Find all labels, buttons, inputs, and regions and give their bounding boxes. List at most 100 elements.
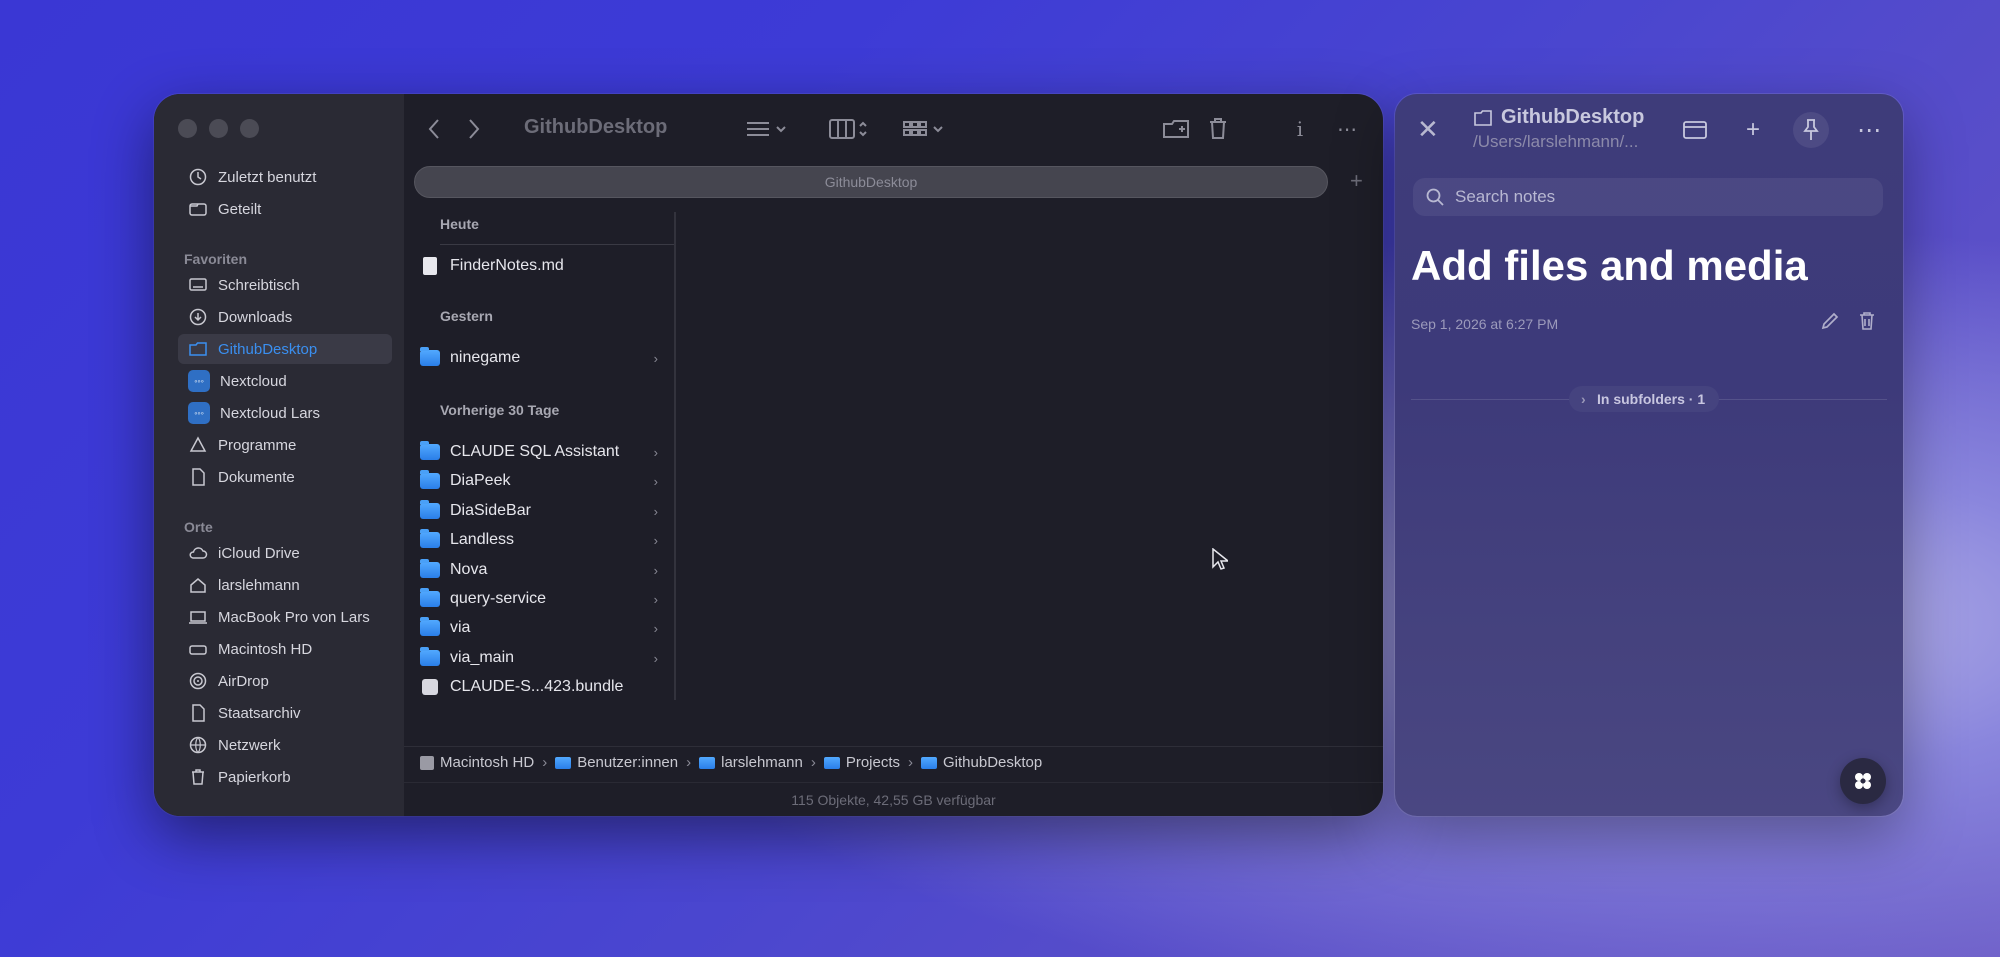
download-icon <box>188 307 208 327</box>
chevron-right-icon: › <box>653 473 658 489</box>
sidebar-item-nextcloud-lars[interactable]: ◦◦◦ Nextcloud Lars <box>188 398 388 428</box>
open-window-button[interactable] <box>1677 112 1713 148</box>
sidebar-item-trash[interactable]: Papierkorb <box>188 762 388 792</box>
list-item[interactable]: FinderNotes.md <box>420 252 664 280</box>
list-item[interactable]: CLAUDE-S...423.bundle <box>420 673 664 701</box>
list-item[interactable]: CLAUDE SQL Assistant › <box>420 438 664 466</box>
group-view-button[interactable] <box>900 114 950 144</box>
desktop-icon <box>188 275 208 295</box>
folder-icon <box>1474 109 1492 126</box>
laptop-icon <box>188 607 208 627</box>
back-button[interactable] <box>420 114 448 144</box>
chevron-left-icon <box>428 119 439 139</box>
cloud-icon <box>188 543 208 563</box>
folder-icon <box>420 588 440 607</box>
note-title[interactable]: Add files and media <box>1411 242 1808 290</box>
list-item[interactable]: via_main › <box>420 644 664 672</box>
close-icon: ✕ <box>1417 114 1439 144</box>
sidebar-item-macintosh-hd[interactable]: Macintosh HD <box>188 634 388 664</box>
app-menu-button[interactable] <box>1840 758 1886 804</box>
folder-icon <box>420 470 440 489</box>
delete-button[interactable] <box>1204 114 1232 144</box>
list-item[interactable]: DiaPeek › <box>420 467 664 495</box>
notes-panel: ✕ GithubDesktop /Users/larslehmann/... +… <box>1395 94 1903 816</box>
group-heading-today: Heute <box>440 216 479 232</box>
nextcloud-icon: ◦◦◦ <box>188 370 210 392</box>
chevron-right-icon: › <box>653 620 658 636</box>
sidebar-item-netzwerk[interactable]: Netzwerk <box>188 730 388 760</box>
list-item[interactable]: Landless › <box>420 526 664 554</box>
chevron-right-icon: › <box>653 444 658 460</box>
document-icon <box>188 467 208 487</box>
search-notes-field[interactable]: Search notes <box>1413 178 1883 216</box>
list-item[interactable]: Nova › <box>420 556 664 584</box>
sidebar-item-programme[interactable]: Programme <box>188 430 388 460</box>
more-button[interactable]: ⋯ <box>1332 114 1362 144</box>
folder-icon <box>420 559 440 578</box>
sidebar-item-airdrop[interactable]: AirDrop <box>188 666 388 696</box>
chevron-right-icon: › <box>653 650 658 666</box>
document-icon <box>188 703 208 723</box>
edit-button[interactable] <box>1819 310 1841 337</box>
column-view-icon <box>829 119 867 139</box>
close-button[interactable]: ✕ <box>1417 114 1439 145</box>
pencil-icon <box>1821 312 1839 330</box>
pin-icon <box>1803 119 1819 140</box>
breadcrumb-item[interactable]: Projects <box>823 754 900 771</box>
sidebar-item-macbook[interactable]: MacBook Pro von Lars <box>188 602 388 632</box>
sidebar-item-recent[interactable]: Zuletzt benutzt <box>188 162 388 192</box>
chevron-right-icon <box>469 119 480 139</box>
breadcrumb-separator: › <box>908 754 914 771</box>
info-button[interactable]: i <box>1290 114 1310 144</box>
forward-button[interactable] <box>460 114 488 144</box>
sidebar-item-icloud[interactable]: iCloud Drive <box>188 538 388 568</box>
new-tab-button[interactable]: + <box>1350 168 1363 194</box>
breadcrumb-item[interactable]: Benutzer:innen <box>555 754 678 771</box>
list-item[interactable]: query-service › <box>420 585 664 613</box>
places-section-title: Orte <box>184 519 213 535</box>
zoom-window-button[interactable] <box>240 119 259 138</box>
subfolders-toggle[interactable]: In subfolders · 1 <box>1569 386 1720 412</box>
path-tab[interactable]: GithubDesktop <box>414 166 1328 198</box>
sidebar-item-nextcloud[interactable]: ◦◦◦ Nextcloud <box>188 366 388 396</box>
list-item[interactable]: ninegame › <box>420 344 664 372</box>
sidebar-item-githubdesktop[interactable]: GithubDesktop <box>178 334 392 364</box>
ellipsis-icon: ⋯ <box>1337 118 1357 141</box>
folder-icon <box>921 756 938 769</box>
sidebar-item-home[interactable]: larslehmann <box>188 570 388 600</box>
column-view-button[interactable] <box>826 114 876 144</box>
breadcrumb-item[interactable]: GithubDesktop <box>921 754 1042 771</box>
more-options-button[interactable]: ⋯ <box>1851 112 1887 148</box>
folder-icon <box>188 339 208 359</box>
folder-icon <box>823 756 840 769</box>
breadcrumb-item[interactable]: larslehmann <box>699 754 803 771</box>
clock-icon <box>188 167 208 187</box>
plus-icon: + <box>1350 168 1363 193</box>
folder-icon <box>420 617 440 636</box>
grid-icon <box>903 121 943 136</box>
flower-logo-icon <box>1855 773 1871 789</box>
markdown-file-icon <box>423 257 437 275</box>
breadcrumb-item[interactable]: Macintosh HD <box>420 754 534 771</box>
window-title: GithubDesktop <box>524 116 668 138</box>
search-icon <box>1426 188 1444 206</box>
sidebar-item-downloads[interactable]: Downloads <box>188 302 388 332</box>
breadcrumb-separator: › <box>542 754 548 771</box>
minimize-window-button[interactable] <box>209 119 228 138</box>
sidebar-item-desktop[interactable]: Schreibtisch <box>188 270 388 300</box>
pin-button[interactable] <box>1793 112 1829 148</box>
sidebar-item-dokumente[interactable]: Dokumente <box>188 462 388 492</box>
sidebar-item-shared[interactable]: Geteilt <box>188 194 388 224</box>
list-view-button[interactable] <box>742 114 792 144</box>
delete-note-button[interactable] <box>1857 310 1877 337</box>
folder-icon <box>420 441 440 460</box>
new-folder-button[interactable] <box>1160 114 1194 144</box>
close-window-button[interactable] <box>178 119 197 138</box>
list-item[interactable]: via › <box>420 614 664 642</box>
add-note-button[interactable]: + <box>1735 112 1771 148</box>
trash-icon <box>188 767 208 787</box>
info-icon: i <box>1296 117 1304 141</box>
search-placeholder: Search notes <box>1455 187 1556 206</box>
sidebar-item-staatsarchiv[interactable]: Staatsarchiv <box>188 698 388 728</box>
list-item[interactable]: DiaSideBar › <box>420 497 664 525</box>
